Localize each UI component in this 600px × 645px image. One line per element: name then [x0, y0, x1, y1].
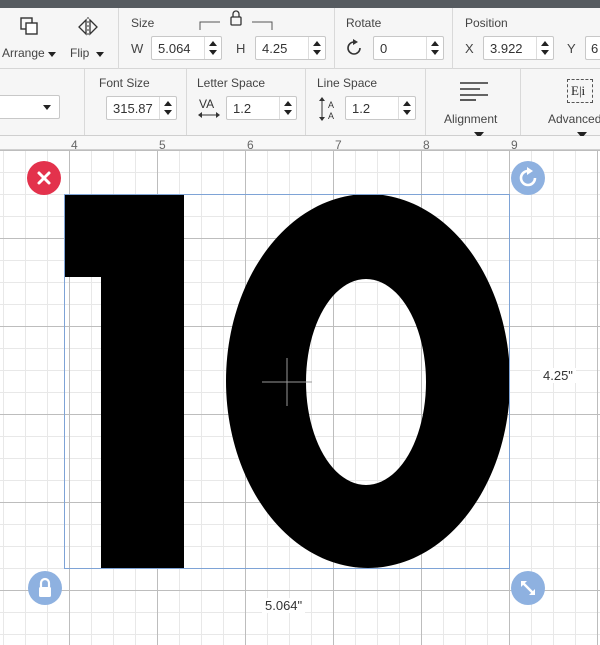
width-dimension-label: 5.064": [262, 598, 306, 613]
resize-icon: [521, 581, 535, 595]
rotate-icon: [519, 167, 537, 187]
close-icon: [37, 171, 51, 185]
lock-handle[interactable]: [28, 571, 62, 605]
height-dimension-label: 4.25": [540, 368, 576, 383]
delete-handle[interactable]: [27, 161, 61, 195]
resize-handle[interactable]: [511, 571, 545, 605]
lock-icon: [39, 577, 51, 597]
selection-box: [64, 194, 510, 569]
rotate-handle[interactable]: [511, 161, 545, 195]
